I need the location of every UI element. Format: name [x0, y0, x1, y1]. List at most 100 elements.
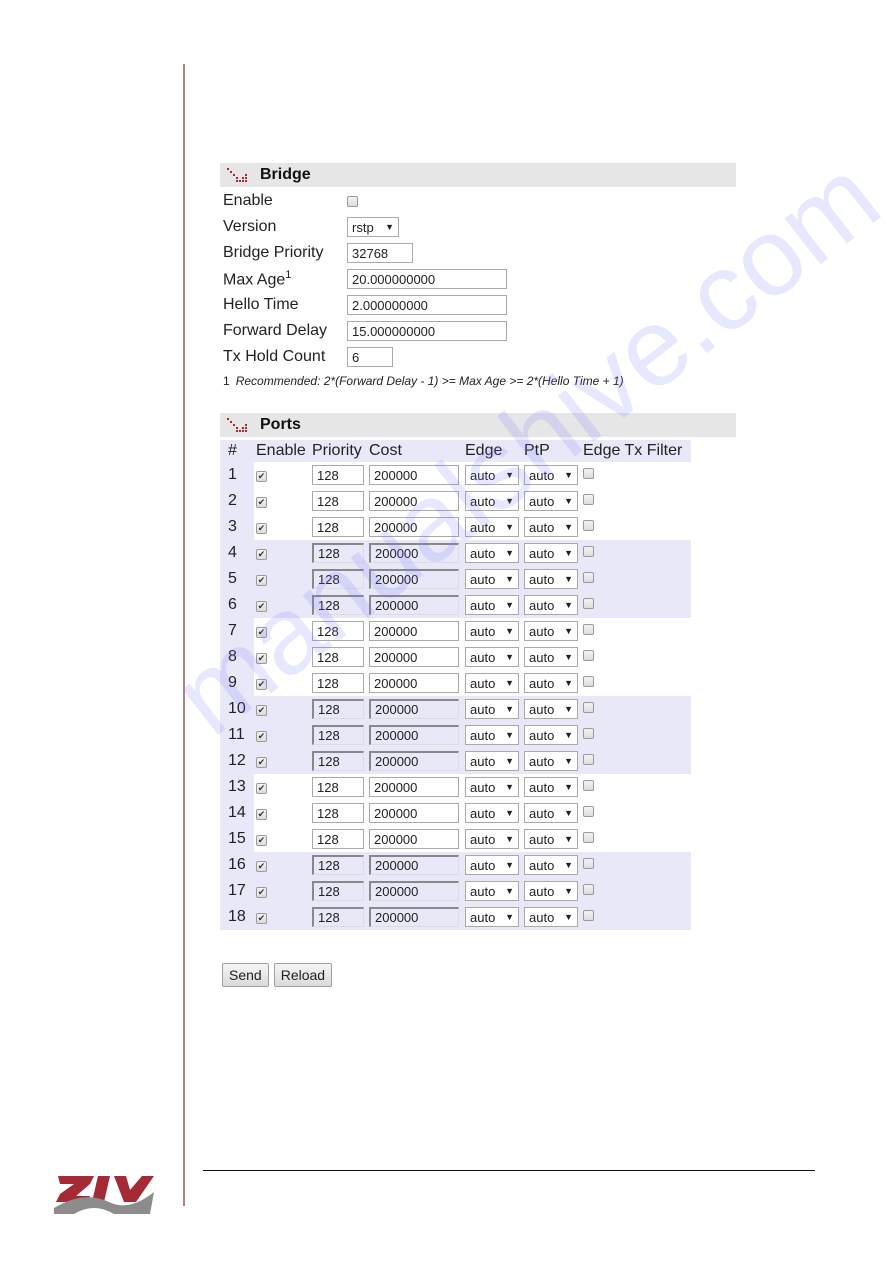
- port-edge-tx-filter-checkbox[interactable]: [583, 780, 594, 791]
- port-priority-input[interactable]: 128: [312, 569, 364, 589]
- max-age-input[interactable]: 20.000000000: [347, 269, 507, 289]
- port-edge-select[interactable]: auto ▼: [465, 777, 519, 797]
- reload-button[interactable]: Reload: [273, 963, 333, 987]
- port-edge-select[interactable]: auto ▼: [465, 881, 519, 901]
- port-edge-select[interactable]: auto ▼: [465, 725, 519, 745]
- port-cost-input[interactable]: 200000: [369, 881, 459, 901]
- port-edge-tx-filter-checkbox[interactable]: [583, 676, 594, 687]
- port-edge-select[interactable]: auto ▼: [465, 465, 519, 485]
- port-priority-input[interactable]: 128: [312, 621, 364, 641]
- port-enable-checkbox[interactable]: ✔: [256, 731, 267, 742]
- port-priority-input[interactable]: 128: [312, 751, 364, 771]
- port-edge-tx-filter-checkbox[interactable]: [583, 624, 594, 635]
- port-enable-checkbox[interactable]: ✔: [256, 809, 267, 820]
- port-enable-checkbox[interactable]: ✔: [256, 705, 267, 716]
- port-cost-input[interactable]: 200000: [369, 465, 459, 485]
- port-ptp-select[interactable]: auto ▼: [524, 647, 578, 667]
- port-cost-input[interactable]: 200000: [369, 777, 459, 797]
- port-priority-input[interactable]: 128: [312, 829, 364, 849]
- port-priority-input[interactable]: 128: [312, 465, 364, 485]
- port-cost-input[interactable]: 200000: [369, 673, 459, 693]
- port-ptp-select[interactable]: auto ▼: [524, 491, 578, 511]
- port-priority-input[interactable]: 128: [312, 725, 364, 745]
- port-priority-input[interactable]: 128: [312, 647, 364, 667]
- port-edge-tx-filter-checkbox[interactable]: [583, 598, 594, 609]
- port-cost-input[interactable]: 200000: [369, 725, 459, 745]
- port-enable-checkbox[interactable]: ✔: [256, 757, 267, 768]
- port-edge-select[interactable]: auto ▼: [465, 621, 519, 641]
- port-edge-tx-filter-checkbox[interactable]: [583, 858, 594, 869]
- port-enable-checkbox[interactable]: ✔: [256, 835, 267, 846]
- port-cost-input[interactable]: 200000: [369, 751, 459, 771]
- port-edge-select[interactable]: auto ▼: [465, 855, 519, 875]
- port-edge-select[interactable]: auto ▼: [465, 595, 519, 615]
- port-enable-checkbox[interactable]: ✔: [256, 679, 267, 690]
- port-edge-select[interactable]: auto ▼: [465, 569, 519, 589]
- port-cost-input[interactable]: 200000: [369, 569, 459, 589]
- bridge-enable-checkbox[interactable]: [347, 195, 358, 207]
- port-ptp-select[interactable]: auto ▼: [524, 673, 578, 693]
- port-edge-select[interactable]: auto ▼: [465, 699, 519, 719]
- port-cost-input[interactable]: 200000: [369, 543, 459, 563]
- port-cost-input[interactable]: 200000: [369, 907, 459, 927]
- port-ptp-select[interactable]: auto ▼: [524, 621, 578, 641]
- port-edge-tx-filter-checkbox[interactable]: [583, 728, 594, 739]
- port-ptp-select[interactable]: auto ▼: [524, 777, 578, 797]
- port-edge-tx-filter-checkbox[interactable]: [583, 702, 594, 713]
- port-priority-input[interactable]: 128: [312, 673, 364, 693]
- port-cost-input[interactable]: 200000: [369, 647, 459, 667]
- port-enable-checkbox[interactable]: ✔: [256, 913, 267, 924]
- port-cost-input[interactable]: 200000: [369, 855, 459, 875]
- port-edge-tx-filter-checkbox[interactable]: [583, 572, 594, 583]
- port-edge-select[interactable]: auto ▼: [465, 907, 519, 927]
- port-ptp-select[interactable]: auto ▼: [524, 725, 578, 745]
- port-ptp-select[interactable]: auto ▼: [524, 543, 578, 563]
- port-enable-checkbox[interactable]: ✔: [256, 783, 267, 794]
- port-edge-select[interactable]: auto ▼: [465, 543, 519, 563]
- port-ptp-select[interactable]: auto ▼: [524, 517, 578, 537]
- port-priority-input[interactable]: 128: [312, 595, 364, 615]
- port-priority-input[interactable]: 128: [312, 803, 364, 823]
- port-edge-tx-filter-checkbox[interactable]: [583, 832, 594, 843]
- port-enable-checkbox[interactable]: ✔: [256, 549, 267, 560]
- port-ptp-select[interactable]: auto ▼: [524, 881, 578, 901]
- port-edge-tx-filter-checkbox[interactable]: [583, 546, 594, 557]
- hello-time-input[interactable]: 2.000000000: [347, 295, 507, 315]
- port-priority-input[interactable]: 128: [312, 881, 364, 901]
- port-ptp-select[interactable]: auto ▼: [524, 855, 578, 875]
- port-priority-input[interactable]: 128: [312, 777, 364, 797]
- port-edge-tx-filter-checkbox[interactable]: [583, 520, 594, 531]
- port-edge-tx-filter-checkbox[interactable]: [583, 494, 594, 505]
- port-cost-input[interactable]: 200000: [369, 803, 459, 823]
- tx-hold-count-input[interactable]: 6: [347, 347, 393, 367]
- port-edge-select[interactable]: auto ▼: [465, 803, 519, 823]
- version-select[interactable]: rstp ▼: [347, 217, 399, 237]
- port-cost-input[interactable]: 200000: [369, 621, 459, 641]
- port-priority-input[interactable]: 128: [312, 855, 364, 875]
- port-enable-checkbox[interactable]: ✔: [256, 653, 267, 664]
- port-enable-checkbox[interactable]: ✔: [256, 601, 267, 612]
- port-cost-input[interactable]: 200000: [369, 699, 459, 719]
- port-cost-input[interactable]: 200000: [369, 595, 459, 615]
- port-ptp-select[interactable]: auto ▼: [524, 699, 578, 719]
- port-edge-select[interactable]: auto ▼: [465, 517, 519, 537]
- port-enable-checkbox[interactable]: ✔: [256, 861, 267, 872]
- port-ptp-select[interactable]: auto ▼: [524, 829, 578, 849]
- send-button[interactable]: Send: [222, 963, 269, 987]
- port-edge-tx-filter-checkbox[interactable]: [583, 806, 594, 817]
- bridge-priority-input[interactable]: 32768: [347, 243, 413, 263]
- port-edge-select[interactable]: auto ▼: [465, 647, 519, 667]
- port-enable-checkbox[interactable]: ✔: [256, 627, 267, 638]
- port-ptp-select[interactable]: auto ▼: [524, 751, 578, 771]
- port-cost-input[interactable]: 200000: [369, 829, 459, 849]
- port-ptp-select[interactable]: auto ▼: [524, 907, 578, 927]
- port-enable-checkbox[interactable]: ✔: [256, 523, 267, 534]
- port-priority-input[interactable]: 128: [312, 491, 364, 511]
- port-edge-tx-filter-checkbox[interactable]: [583, 884, 594, 895]
- port-priority-input[interactable]: 128: [312, 517, 364, 537]
- port-priority-input[interactable]: 128: [312, 699, 364, 719]
- forward-delay-input[interactable]: 15.000000000: [347, 321, 507, 341]
- port-enable-checkbox[interactable]: ✔: [256, 497, 267, 508]
- port-cost-input[interactable]: 200000: [369, 491, 459, 511]
- port-edge-select[interactable]: auto ▼: [465, 673, 519, 693]
